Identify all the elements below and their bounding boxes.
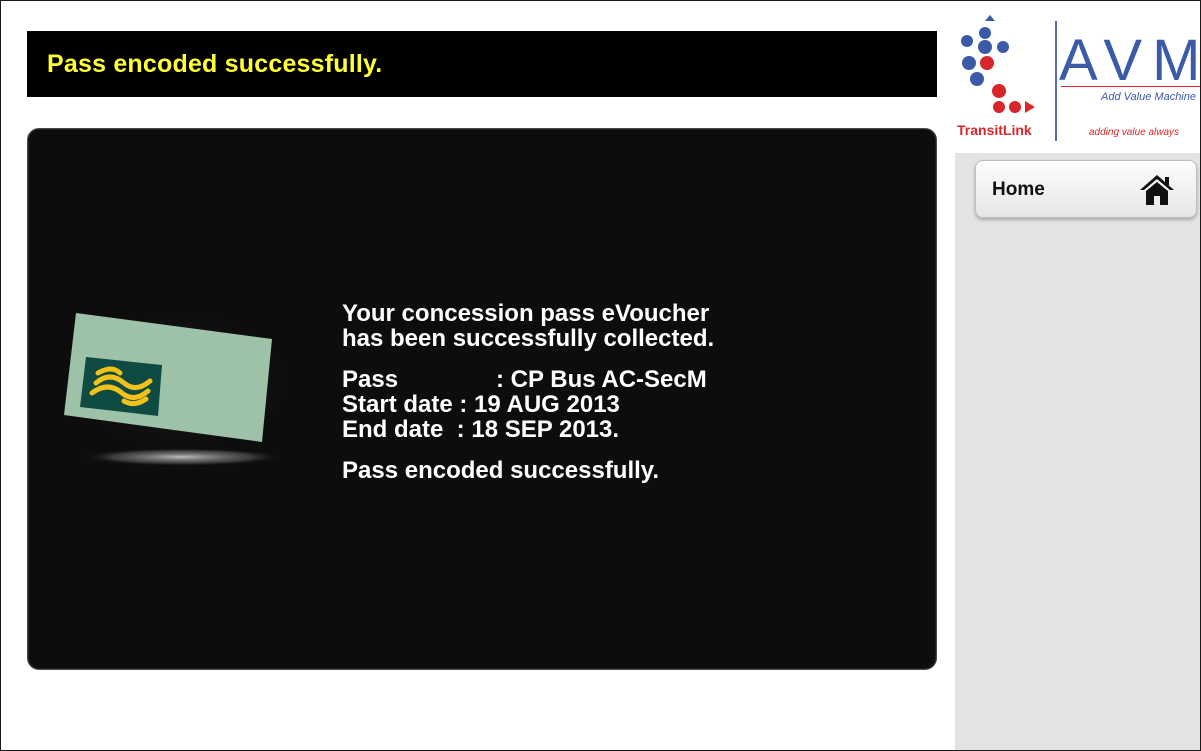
pass-row: Pass : CP Bus AC-SecM	[342, 367, 714, 392]
end-date-label: End date	[342, 416, 444, 443]
end-date-value: 18 SEP 2013.	[471, 416, 620, 443]
avm-rule	[1061, 86, 1200, 87]
home-button[interactable]: Home	[975, 160, 1197, 218]
end-date-row: End date : 18 SEP 2013.	[342, 417, 714, 442]
message-line-2: has been successfully collected.	[342, 325, 715, 352]
status-banner: Pass encoded successfully.	[27, 31, 937, 97]
home-button-label: Home	[992, 179, 1045, 200]
confirmation-message: Your concession pass eVoucher has been s…	[342, 301, 714, 483]
transitlink-wordmark: TransitLink	[957, 122, 1032, 138]
status-banner-text: Pass encoded successfully.	[47, 50, 383, 78]
house-icon	[1140, 175, 1174, 205]
start-date-value: 19 AUG 2013	[474, 391, 620, 418]
start-date-row: Start date : 19 AUG 2013	[342, 392, 714, 417]
brand-logo: TransitLink AVM Add Value Machine adding…	[955, 1, 1201, 153]
message-line-1: Your concession pass eVoucher	[342, 300, 710, 327]
pass-separator: :	[496, 366, 511, 393]
kiosk-screen: Pass encoded successfully. Your concessi…	[0, 0, 1201, 751]
end-date-separator: :	[443, 416, 472, 443]
confirmation-panel: Your concession pass eVoucher has been s…	[27, 128, 937, 670]
avm-wordmark: AVM	[1059, 28, 1201, 93]
start-date-separator: :	[452, 391, 475, 418]
transitlink-dots-icon	[961, 15, 1035, 113]
logo-divider	[1055, 21, 1057, 141]
pass-label: Pass	[342, 366, 399, 393]
concession-card-image	[64, 309, 292, 466]
pass-value: CP Bus AC-SecM	[510, 366, 707, 393]
message-footer: Pass encoded successfully.	[342, 457, 660, 484]
sidebar: TransitLink AVM Add Value Machine adding…	[955, 1, 1201, 750]
avm-subtitle: Add Value Machine	[1101, 91, 1196, 103]
avm-tagline: adding value always	[1089, 127, 1180, 138]
start-date-label: Start date	[342, 391, 453, 418]
